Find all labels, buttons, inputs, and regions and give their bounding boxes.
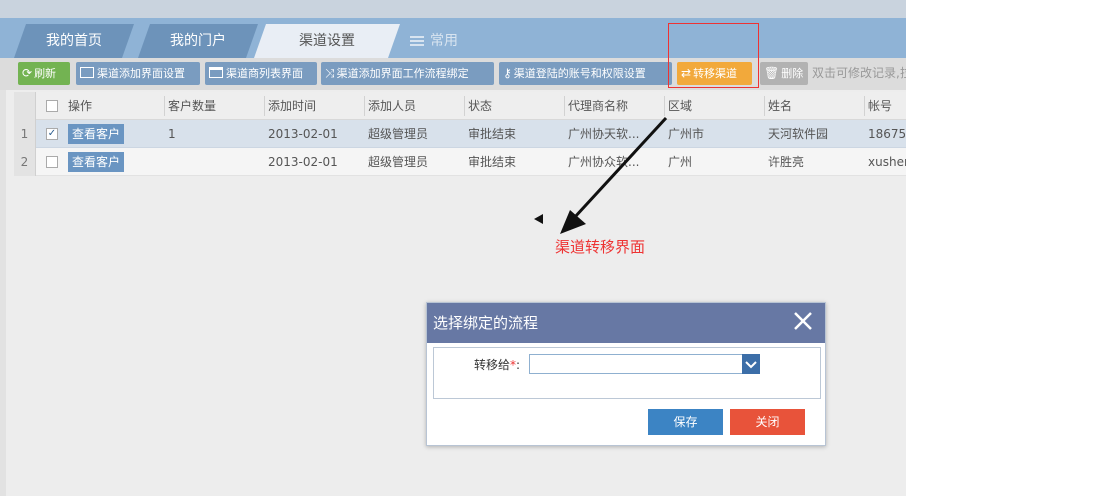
cell-region: 广州 — [668, 155, 693, 169]
channel-list-ui-label: 渠道商列表界面 — [226, 67, 303, 80]
row-number: 1 — [14, 120, 36, 148]
col-person: 添加人员 — [368, 99, 417, 113]
cell-agent: 广州协天软... — [568, 127, 640, 141]
col-name: 姓名 — [768, 99, 793, 113]
col-action: 操作 — [68, 99, 93, 113]
row-checkbox[interactable]: ✓ — [46, 128, 58, 140]
cell-account: xushen — [868, 155, 906, 169]
channel-grid: 操作 客户数量 添加时间 添加人员 状态 代理商名称 区域 姓名 帐号 1 ✓ … — [14, 92, 906, 176]
select-all-checkbox[interactable] — [46, 100, 58, 112]
dialog-title: 选择绑定的流程 — [433, 314, 539, 332]
row-number: 2 — [14, 148, 36, 176]
col-count: 客户数量 — [168, 99, 217, 113]
login-account-label: 渠道登陆的账号和权限设置 — [513, 67, 646, 80]
refresh-button[interactable]: ⟳ 刷新 — [18, 62, 70, 85]
save-button[interactable]: 保存 — [648, 409, 723, 435]
delete-button[interactable]: 🗑 删除 — [760, 62, 808, 85]
highlight-box — [668, 23, 759, 88]
workflow-bind-button[interactable]: ⤨ 渠道添加界面工作流程绑定 — [321, 62, 494, 85]
toolbar: ⟳ 刷新 渠道添加界面设置 渠道商列表界面 ⤨ 渠道添加界面工作流程绑定 ⚷ 渠道登陆… — [0, 58, 906, 90]
cell-account: 18675 — [868, 127, 906, 141]
grid-header: 操作 客户数量 添加时间 添加人员 状态 代理商名称 区域 姓名 帐号 — [14, 92, 906, 120]
chevron-down-icon[interactable] — [742, 354, 760, 374]
col-time: 添加时间 — [268, 99, 317, 113]
cell-status: 审批结束 — [468, 155, 517, 169]
cell-count — [164, 148, 264, 176]
edit-hint: 双击可修改记录,拉 — [812, 66, 906, 80]
channel-add-ui-button[interactable]: 渠道添加界面设置 — [76, 62, 200, 85]
cell-status: 审批结束 — [468, 127, 517, 141]
transfer-to-text: 转移给 — [474, 358, 511, 372]
col-agent: 代理商名称 — [568, 99, 629, 113]
view-customers-button[interactable]: 查看客户 — [68, 124, 125, 144]
add-box-icon — [80, 67, 94, 78]
stray-arrow-mark — [534, 214, 543, 224]
cell-time: 2013-02-01 — [268, 155, 338, 169]
channel-add-ui-label: 渠道添加界面设置 — [97, 67, 185, 80]
app-window: 我的首页 我的门户 渠道设置 常用 ⟳ 刷新 渠道添加界面设置 渠道商列表界面 ⤨… — [0, 0, 906, 496]
view-customers-button[interactable]: 查看客户 — [68, 152, 125, 172]
col-region: 区域 — [668, 99, 693, 113]
tab-home-label: 我的首页 — [46, 33, 102, 49]
tab-home[interactable]: 我的首页 — [14, 24, 134, 58]
dialog-body: 转移给*: — [433, 347, 821, 399]
transfer-to-label: 转移给*: — [474, 356, 520, 373]
col-account: 帐号 — [868, 99, 893, 113]
shuffle-icon: ⤨ — [325, 66, 335, 80]
transfer-dialog: 选择绑定的流程 转移给*: 保存 关闭 — [426, 302, 826, 446]
cell-person: 超级管理员 — [368, 155, 429, 169]
tab-common-label: 常用 — [430, 33, 458, 49]
tab-portal-label: 我的门户 — [170, 33, 226, 49]
left-scrollbar[interactable] — [0, 90, 6, 496]
cell-name: 许胜亮 — [768, 155, 805, 169]
delete-label: 删除 — [781, 67, 804, 80]
login-account-button[interactable]: ⚷ 渠道登陆的账号和权限设置 — [499, 62, 672, 85]
transfer-to-select[interactable] — [529, 354, 744, 374]
tab-channel-settings-label: 渠道设置 — [299, 33, 355, 49]
dialog-header: 选择绑定的流程 — [427, 303, 825, 343]
cell-region: 广州市 — [668, 127, 705, 141]
annotation-caption: 渠道转移界面 — [555, 238, 646, 256]
cell-time: 2013-02-01 — [268, 127, 338, 141]
cell-count: 1 — [168, 127, 176, 141]
refresh-icon: ⟳ — [22, 66, 33, 80]
row-checkbox[interactable] — [46, 156, 58, 168]
close-icon[interactable] — [791, 309, 815, 333]
tab-common[interactable]: 常用 — [404, 24, 464, 58]
table-row[interactable]: 2 查看客户 2013-02-01 超级管理员 审批结束 广州协众软... 广州… — [14, 148, 906, 176]
col-status: 状态 — [468, 99, 493, 113]
tab-portal[interactable]: 我的门户 — [138, 24, 258, 58]
window-icon — [209, 67, 223, 78]
top-strip — [0, 0, 906, 18]
cell-agent: 广州协众软... — [568, 155, 640, 169]
cell-person: 超级管理员 — [368, 127, 429, 141]
tab-channel-settings[interactable]: 渠道设置 — [254, 24, 400, 58]
key-icon: ⚷ — [503, 66, 512, 80]
label-colon: : — [516, 358, 521, 372]
refresh-label: 刷新 — [34, 67, 57, 80]
cell-name: 天河软件园 — [768, 127, 829, 141]
table-row[interactable]: 1 ✓ 查看客户 1 2013-02-01 超级管理员 审批结束 广州协天软..… — [14, 120, 906, 148]
close-button[interactable]: 关闭 — [730, 409, 805, 435]
arrow-head — [560, 210, 586, 234]
channel-list-ui-button[interactable]: 渠道商列表界面 — [205, 62, 317, 85]
rownum-header — [14, 92, 36, 120]
trash-icon: 🗑 — [764, 66, 780, 80]
tab-bar: 我的首页 我的门户 渠道设置 常用 — [0, 18, 906, 58]
workflow-bind-label: 渠道添加界面工作流程绑定 — [336, 67, 469, 80]
menu-icon — [410, 36, 424, 46]
